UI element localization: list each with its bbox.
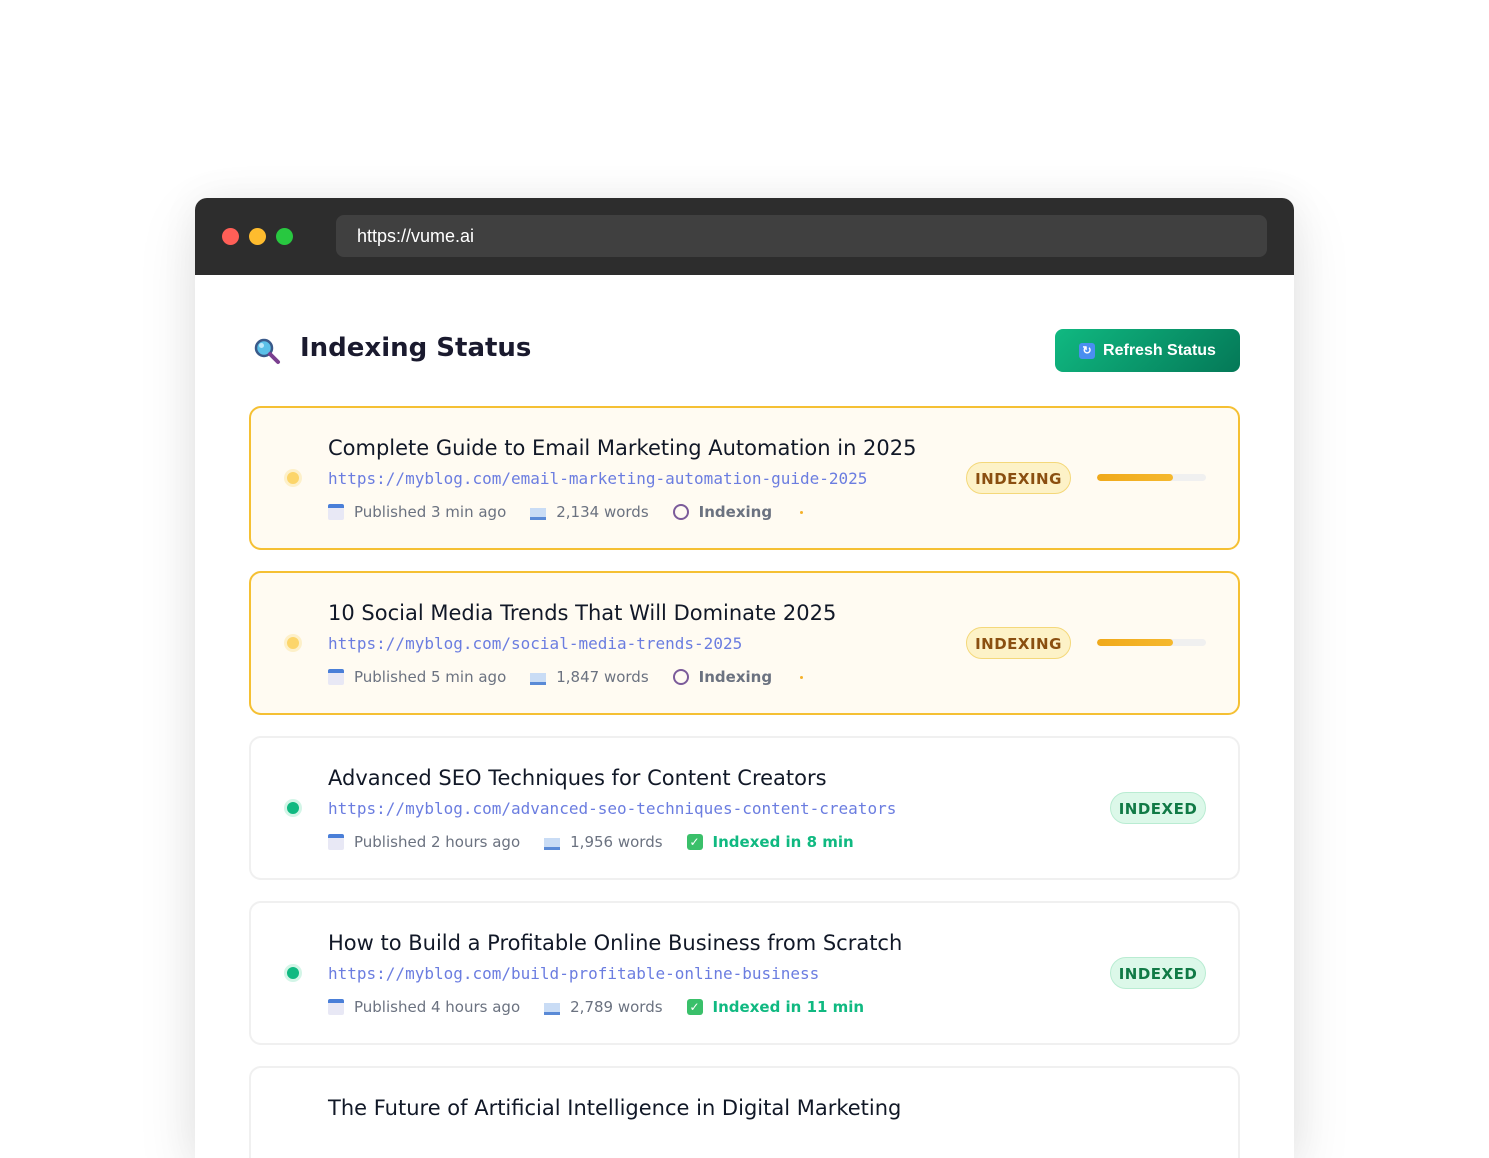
state-text: Indexed in 11 min: [712, 998, 865, 1016]
post-meta: Published 3 min ago 2,134 words Indexing: [328, 503, 827, 521]
state-meta: ✓ Indexed in 8 min: [686, 833, 854, 851]
status-indicator: [284, 634, 302, 652]
published-meta: Published 5 min ago: [328, 668, 506, 686]
post-card[interactable]: Advanced SEO Techniques for Content Crea…: [249, 736, 1240, 880]
stopwatch-icon: [672, 669, 689, 685]
post-meta: Published 2 hours ago 1,956 words ✓ Inde…: [328, 833, 878, 851]
status-badge: INDEXING: [966, 627, 1071, 659]
page-title: Indexing Status: [300, 333, 532, 363]
status-indicator: [284, 799, 302, 817]
progress-fill: [1097, 639, 1174, 646]
post-url[interactable]: https://myblog.com/build-profitable-onli…: [328, 964, 819, 983]
state-text: Indexed in 8 min: [712, 833, 854, 851]
maximize-window-button[interactable]: [276, 228, 293, 245]
post-card[interactable]: 10 Social Media Trends That Will Dominat…: [249, 571, 1240, 715]
book-icon: [530, 673, 547, 685]
words-meta: 2,134 words: [530, 503, 649, 521]
published-text: Published 5 min ago: [354, 668, 507, 686]
loading-dot: [800, 510, 804, 514]
refresh-status-label: Refresh Status: [1103, 341, 1216, 359]
refresh-icon: ↻: [1079, 342, 1096, 359]
calendar-icon: [328, 834, 344, 850]
post-title: Complete Guide to Email Marketing Automa…: [328, 436, 917, 460]
minimize-window-button[interactable]: [249, 228, 266, 245]
post-url[interactable]: https://myblog.com/email-marketing-autom…: [328, 469, 867, 488]
words-meta: 2,789 words: [544, 998, 663, 1016]
page-header: Indexing Status ↻ Refresh Status: [249, 329, 1240, 373]
checkmark-icon: ✓: [686, 834, 703, 850]
post-title: Advanced SEO Techniques for Content Crea…: [328, 766, 827, 790]
calendar-icon: [328, 669, 344, 685]
word-count: 2,134 words: [556, 503, 649, 521]
word-count: 1,956 words: [570, 833, 663, 851]
published-meta: Published 4 hours ago: [328, 998, 520, 1016]
progress-bar: [1097, 639, 1206, 646]
browser-titlebar: https://vume.ai: [195, 198, 1294, 275]
status-badge: INDEXING: [966, 462, 1071, 494]
refresh-status-button[interactable]: ↻ Refresh Status: [1055, 329, 1240, 372]
word-count: 2,789 words: [570, 998, 663, 1016]
state-text: Indexing: [698, 503, 773, 521]
calendar-icon: [328, 999, 344, 1015]
loading-dot: [800, 675, 804, 679]
post-url[interactable]: https://myblog.com/social-media-trends-2…: [328, 634, 742, 653]
progress-fill: [1097, 474, 1174, 481]
published-text: Published 3 min ago: [354, 503, 507, 521]
post-meta: Published 4 hours ago 2,789 words ✓ Inde…: [328, 998, 888, 1016]
state-text: Indexing: [698, 668, 773, 686]
status-indicator: [284, 469, 302, 487]
post-title: How to Build a Profitable Online Busines…: [328, 931, 903, 955]
address-bar[interactable]: https://vume.ai: [336, 215, 1267, 257]
post-title: The Future of Artificial Intelligence in…: [328, 1096, 902, 1120]
published-meta: Published 2 hours ago: [328, 833, 520, 851]
calendar-icon: [328, 504, 344, 520]
stopwatch-icon: [672, 504, 689, 520]
post-card[interactable]: Complete Guide to Email Marketing Automa…: [249, 406, 1240, 550]
state-meta: Indexing: [672, 503, 804, 521]
post-card[interactable]: The Future of Artificial Intelligence in…: [249, 1066, 1240, 1158]
book-icon: [544, 838, 561, 850]
checkmark-icon: ✓: [686, 999, 703, 1015]
post-title: 10 Social Media Trends That Will Dominat…: [328, 601, 837, 625]
state-meta: ✓ Indexed in 11 min: [686, 998, 865, 1016]
progress-bar: [1097, 474, 1206, 481]
close-window-button[interactable]: [222, 228, 239, 245]
words-meta: 1,847 words: [530, 668, 649, 686]
published-text: Published 2 hours ago: [354, 833, 521, 851]
browser-window: https://vume.ai Indexing Status ↻ Refres…: [195, 198, 1294, 1158]
book-icon: [544, 1003, 561, 1015]
magnifier-icon: [254, 338, 280, 364]
word-count: 1,847 words: [556, 668, 649, 686]
book-icon: [530, 508, 547, 520]
post-url[interactable]: https://myblog.com/advanced-seo-techniqu…: [328, 799, 896, 818]
state-meta: Indexing: [672, 668, 804, 686]
status-badge: INDEXED: [1110, 957, 1206, 989]
post-card[interactable]: How to Build a Profitable Online Busines…: [249, 901, 1240, 1045]
words-meta: 1,956 words: [544, 833, 663, 851]
status-badge: INDEXED: [1110, 792, 1206, 824]
status-indicator: [284, 964, 302, 982]
post-meta: Published 5 min ago 1,847 words Indexing: [328, 668, 827, 686]
published-meta: Published 3 min ago: [328, 503, 506, 521]
published-text: Published 4 hours ago: [354, 998, 521, 1016]
